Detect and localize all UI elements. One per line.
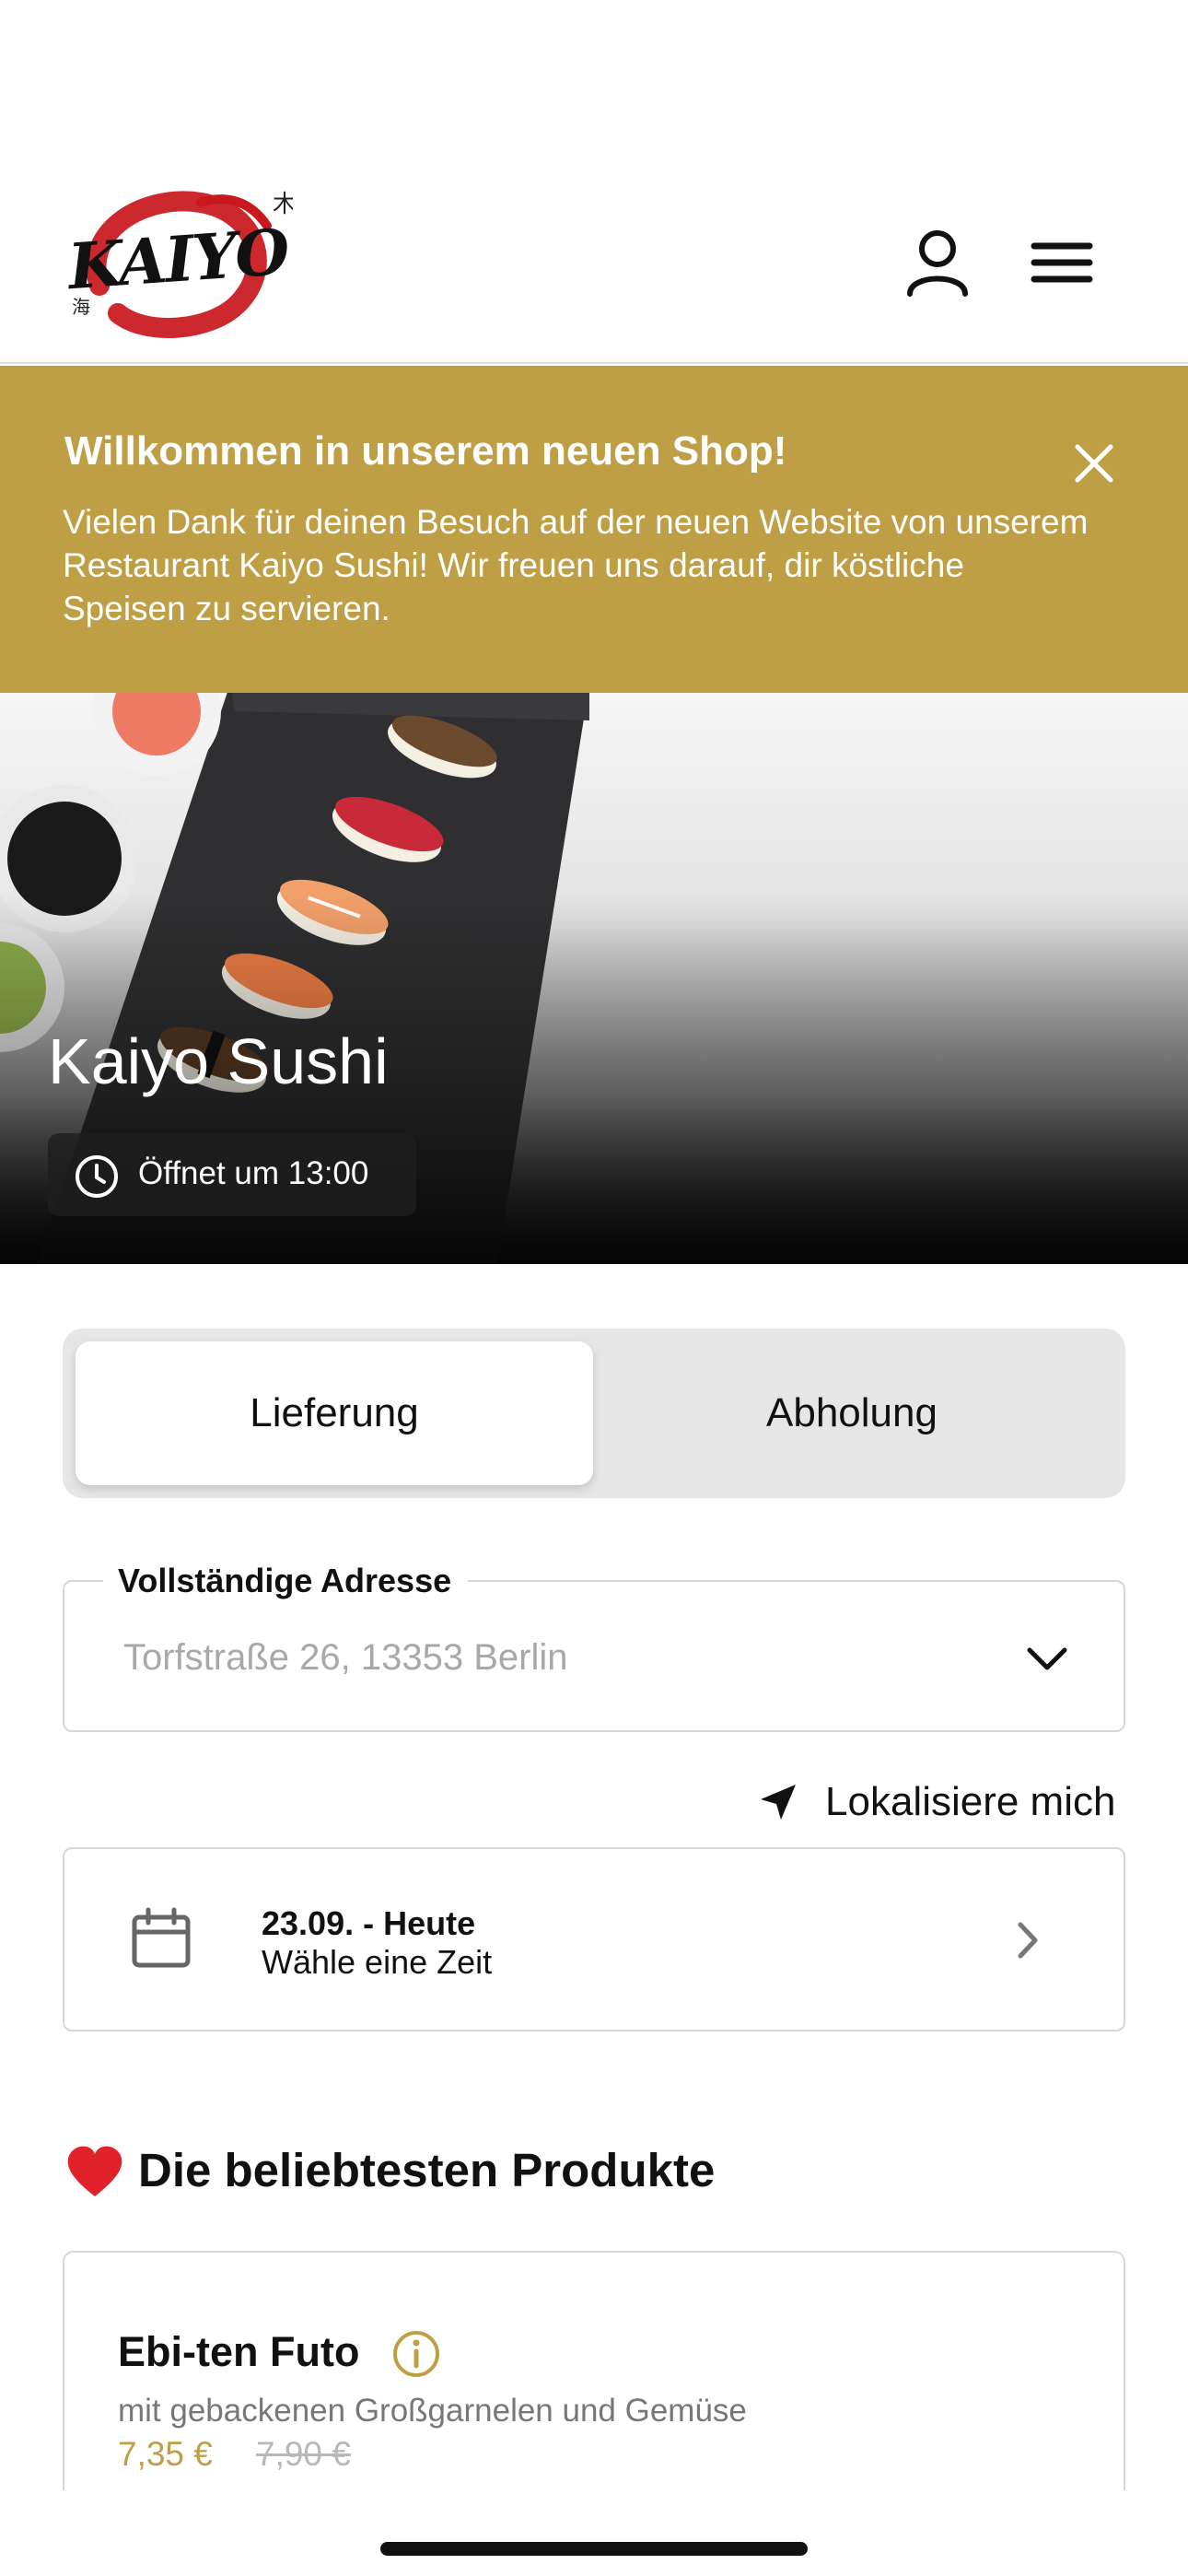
order-mode-toggle: Lieferung Abholung [63, 1329, 1125, 1498]
info-icon[interactable] [390, 2328, 442, 2380]
chevron-right-icon [1018, 1922, 1038, 1959]
opening-status-text: Öffnet um 13:00 [138, 1155, 369, 1191]
product-description: mit gebackenen Großgarnelen und Gemüse [118, 2393, 747, 2429]
welcome-banner: Willkommen in unserem neuen Shop! Vielen… [0, 366, 1188, 693]
product-old-price: 7,90 € [256, 2435, 351, 2473]
restaurant-name: Kaiyo Sushi [48, 1025, 389, 1097]
locate-me-button[interactable]: Lokalisiere mich [757, 1774, 1125, 1831]
hamburger-menu-icon[interactable] [1027, 226, 1101, 299]
user-icon[interactable] [901, 226, 974, 299]
product-card[interactable]: Ebi-ten Futo mit gebackenen Großgarnelen… [63, 2251, 1125, 2490]
address-field[interactable]: Vollständige Adresse Torfstraße 26, 1335… [63, 1562, 1125, 1732]
delivery-time-picker[interactable]: 23.09. - Heute Wähle eine Zeit [63, 1847, 1125, 2032]
hero-image: Kaiyo Sushi Öffnet um 13:00 [0, 693, 1188, 1264]
popular-products-title: Die beliebtesten Produkte [138, 2144, 716, 2196]
address-label: Vollständige Adresse [103, 1562, 469, 1600]
product-name: Ebi-ten Futo [118, 2328, 360, 2375]
banner-title: Willkommen in unserem neuen Shop! [64, 428, 787, 474]
site-header: 木 海 KAIYO [0, 0, 1188, 364]
tab-delivery[interactable]: Lieferung [76, 1341, 593, 1485]
tab-pickup[interactable]: Abholung [593, 1341, 1111, 1485]
logo-wordmark: KAIYO [65, 215, 291, 305]
kaiyo-logo[interactable]: 木 海 KAIYO [63, 175, 297, 350]
clock-icon [76, 1155, 118, 1198]
close-icon[interactable] [1068, 438, 1120, 489]
date-title: 23.09. - Heute [262, 1904, 476, 1942]
chevron-down-icon[interactable] [1022, 1633, 1072, 1683]
banner-text: Vielen Dank für deinen Besuch auf der ne… [63, 503, 1089, 627]
home-indicator[interactable] [380, 2542, 808, 2556]
calendar-icon [132, 1907, 191, 1968]
product-price: 7,35 € [118, 2435, 213, 2473]
opening-status-badge: Öffnet um 13:00 [48, 1133, 416, 1216]
locate-me-label: Lokalisiere mich [825, 1779, 1116, 1824]
location-arrow-icon [761, 1785, 796, 1820]
popular-products-heading: Die beliebtesten Produkte [63, 2143, 715, 2197]
date-subtitle: Wähle eine Zeit [262, 1943, 493, 1981]
svg-text:木: 木 [273, 191, 293, 218]
address-input[interactable]: Torfstraße 26, 13353 Berlin [123, 1637, 567, 1679]
